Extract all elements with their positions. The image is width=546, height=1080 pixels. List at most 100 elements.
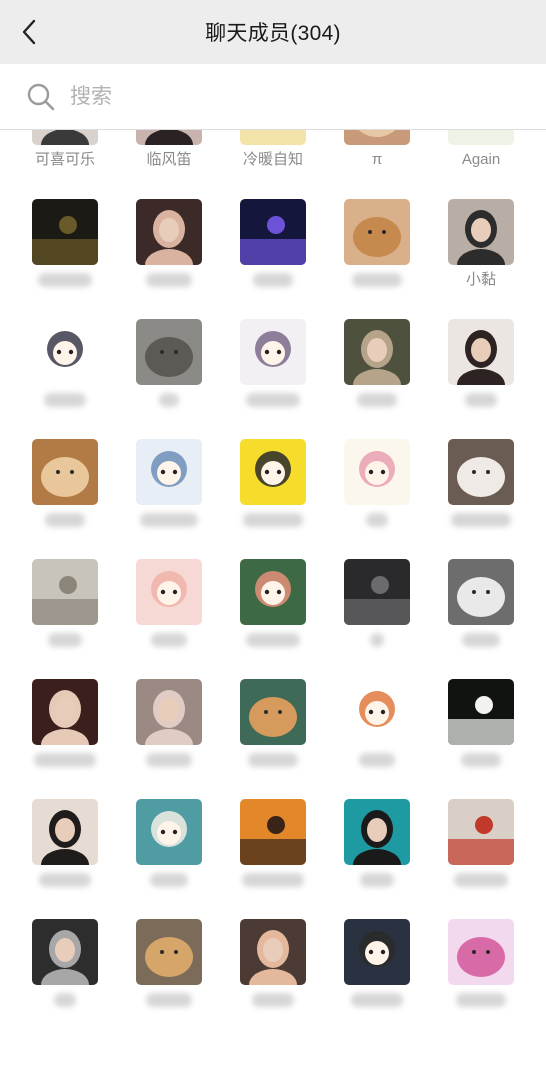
search-icon bbox=[27, 83, 55, 110]
member-item[interactable]: 小黏 bbox=[429, 185, 533, 305]
member-item[interactable] bbox=[429, 425, 533, 545]
avatar[interactable] bbox=[136, 319, 202, 385]
member-item[interactable] bbox=[325, 185, 429, 305]
member-item[interactable] bbox=[221, 905, 325, 1025]
avatar[interactable] bbox=[32, 199, 98, 265]
avatar[interactable] bbox=[448, 199, 514, 265]
avatar[interactable] bbox=[448, 679, 514, 745]
member-item[interactable] bbox=[429, 545, 533, 665]
avatar[interactable] bbox=[240, 319, 306, 385]
member-item[interactable]: π bbox=[325, 130, 429, 185]
member-item[interactable]: Again bbox=[429, 130, 533, 185]
avatar[interactable] bbox=[136, 130, 202, 145]
avatar[interactable] bbox=[136, 199, 202, 265]
avatar[interactable] bbox=[240, 439, 306, 505]
member-item[interactable]: 可喜可乐 bbox=[13, 130, 117, 185]
avatar[interactable] bbox=[448, 319, 514, 385]
member-item[interactable] bbox=[117, 425, 221, 545]
member-item[interactable] bbox=[221, 785, 325, 905]
member-name-redacted bbox=[359, 753, 395, 767]
member-item[interactable] bbox=[13, 545, 117, 665]
avatar[interactable] bbox=[32, 559, 98, 625]
member-name-redacted bbox=[242, 873, 304, 887]
avatar[interactable] bbox=[344, 319, 410, 385]
avatar[interactable] bbox=[240, 559, 306, 625]
member-name-redacted bbox=[44, 393, 86, 407]
member-item[interactable] bbox=[13, 665, 117, 785]
avatar[interactable] bbox=[32, 319, 98, 385]
member-name-redacted bbox=[150, 873, 188, 887]
member-item[interactable] bbox=[13, 905, 117, 1025]
back-button[interactable] bbox=[14, 16, 44, 48]
avatar[interactable] bbox=[240, 919, 306, 985]
avatar[interactable] bbox=[32, 679, 98, 745]
avatar[interactable] bbox=[32, 799, 98, 865]
member-name-redacted bbox=[45, 513, 85, 527]
member-name-redacted bbox=[357, 393, 397, 407]
page-title: 聊天成员(304) bbox=[205, 22, 341, 45]
member-item[interactable] bbox=[429, 305, 533, 425]
member-item[interactable]: 临风笛 bbox=[117, 130, 221, 185]
member-item[interactable] bbox=[13, 185, 117, 305]
search-input[interactable] bbox=[68, 83, 452, 110]
member-item[interactable] bbox=[117, 665, 221, 785]
member-item[interactable] bbox=[429, 785, 533, 905]
member-name-redacted bbox=[366, 513, 388, 527]
member-item[interactable] bbox=[117, 305, 221, 425]
search-bar[interactable] bbox=[0, 64, 546, 130]
member-item[interactable] bbox=[221, 185, 325, 305]
avatar[interactable] bbox=[240, 199, 306, 265]
member-name-redacted bbox=[54, 993, 76, 1007]
avatar[interactable] bbox=[136, 439, 202, 505]
member-name-redacted bbox=[34, 753, 96, 767]
member-item[interactable] bbox=[13, 785, 117, 905]
avatar[interactable] bbox=[136, 679, 202, 745]
member-item[interactable] bbox=[117, 905, 221, 1025]
member-item[interactable] bbox=[13, 425, 117, 545]
member-item[interactable] bbox=[325, 425, 429, 545]
avatar[interactable] bbox=[344, 679, 410, 745]
member-item[interactable] bbox=[429, 905, 533, 1025]
avatar[interactable] bbox=[448, 919, 514, 985]
member-item[interactable] bbox=[325, 785, 429, 905]
member-item[interactable] bbox=[429, 665, 533, 785]
avatar[interactable] bbox=[240, 799, 306, 865]
member-item[interactable] bbox=[117, 185, 221, 305]
member-item[interactable] bbox=[325, 305, 429, 425]
member-item[interactable] bbox=[325, 665, 429, 785]
member-item[interactable] bbox=[221, 425, 325, 545]
member-name-redacted bbox=[352, 273, 402, 287]
member-item[interactable] bbox=[117, 545, 221, 665]
member-grid-viewport[interactable]: 可喜可乐 临风笛 冷暖自知 π Again 小黏 bbox=[0, 130, 546, 1080]
avatar[interactable] bbox=[136, 919, 202, 985]
member-item[interactable] bbox=[221, 545, 325, 665]
avatar[interactable] bbox=[136, 799, 202, 865]
avatar[interactable] bbox=[344, 439, 410, 505]
avatar[interactable] bbox=[344, 559, 410, 625]
avatar[interactable] bbox=[136, 559, 202, 625]
avatar[interactable] bbox=[448, 799, 514, 865]
avatar[interactable] bbox=[344, 799, 410, 865]
member-name-redacted bbox=[252, 993, 294, 1007]
member-grid: 可喜可乐 临风笛 冷暖自知 π Again 小黏 bbox=[0, 130, 546, 1025]
avatar[interactable] bbox=[240, 679, 306, 745]
member-item[interactable]: 冷暖自知 bbox=[221, 130, 325, 185]
avatar[interactable] bbox=[448, 439, 514, 505]
member-item[interactable] bbox=[13, 305, 117, 425]
member-item[interactable] bbox=[325, 545, 429, 665]
avatar[interactable] bbox=[344, 919, 410, 985]
member-item[interactable] bbox=[325, 905, 429, 1025]
member-name-redacted bbox=[38, 273, 92, 287]
member-item[interactable] bbox=[221, 305, 325, 425]
avatar[interactable] bbox=[32, 919, 98, 985]
avatar[interactable] bbox=[32, 130, 98, 145]
avatar[interactable] bbox=[448, 130, 514, 145]
avatar[interactable] bbox=[344, 130, 410, 145]
avatar[interactable] bbox=[240, 130, 306, 145]
avatar[interactable] bbox=[32, 439, 98, 505]
member-item[interactable] bbox=[221, 665, 325, 785]
member-item[interactable] bbox=[117, 785, 221, 905]
member-name: 冷暖自知 bbox=[242, 151, 303, 168]
avatar[interactable] bbox=[344, 199, 410, 265]
avatar[interactable] bbox=[448, 559, 514, 625]
